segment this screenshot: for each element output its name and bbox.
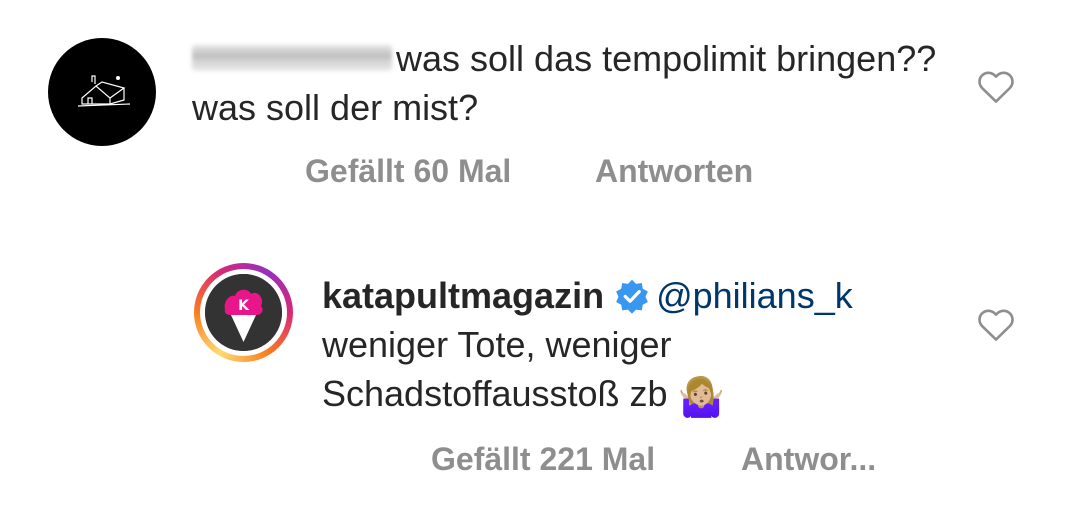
- katapult-avatar: K: [205, 274, 282, 351]
- verified-badge-icon: [616, 279, 648, 314]
- commenter-avatar[interactable]: [48, 38, 156, 146]
- house-drawing-icon: [77, 75, 131, 107]
- story-ring[interactable]: K: [194, 263, 293, 362]
- heart-outline-icon[interactable]: [976, 68, 1016, 104]
- username[interactable]: katapultmagazin: [322, 275, 604, 316]
- reply-button[interactable]: Antwor...: [741, 441, 876, 478]
- reply-text: weniger Tote, weniger Schadstoffausstoß …: [322, 324, 672, 414]
- mention-link[interactable]: @philians_k: [656, 275, 853, 316]
- like-count[interactable]: Gefällt 221 Mal: [431, 441, 655, 478]
- heart-outline-icon[interactable]: [976, 306, 1016, 342]
- katapult-logo-icon: K: [205, 274, 282, 351]
- svg-text:K: K: [238, 298, 250, 314]
- reply-text-block: katapultmagazin @philians_k weniger Tote…: [322, 271, 962, 423]
- comment-text-block: was soll das tempolimit bringen?? was so…: [192, 34, 952, 132]
- like-count[interactable]: Gefällt 60 Mal: [305, 153, 511, 190]
- shrug-emoji: 🤷🏼‍♀️: [677, 377, 725, 419]
- reply-button[interactable]: Antworten: [595, 153, 753, 190]
- blurred-username[interactable]: [192, 45, 392, 72]
